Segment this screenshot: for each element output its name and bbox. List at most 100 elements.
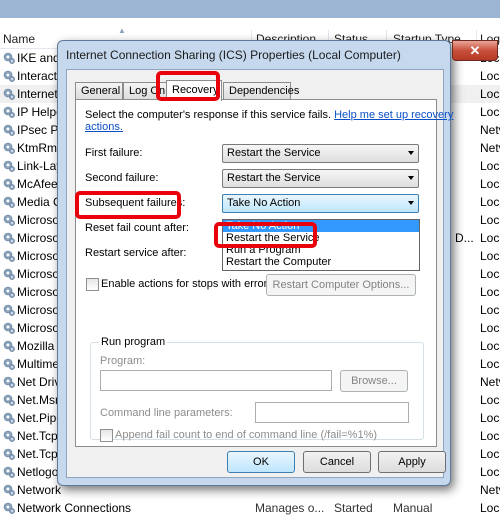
service-log-on-as: Netv: [480, 375, 500, 389]
first-failure-select[interactable]: Restart the Service: [222, 144, 419, 163]
ok-button[interactable]: OK: [227, 451, 295, 473]
service-gear-icon: [2, 375, 16, 389]
service-gear-icon: [2, 447, 16, 461]
service-gear-icon: [2, 411, 16, 425]
service-gear-icon: [2, 321, 16, 335]
service-name: Network Connections: [17, 501, 132, 515]
subsequent-failures-value: Take No Action: [227, 197, 301, 209]
service-log-on-as: Loca: [480, 69, 500, 83]
first-failure-value: Restart the Service: [227, 147, 321, 159]
tab-general[interactable]: General: [75, 82, 123, 100]
service-log-on-as: Loca: [480, 501, 500, 515]
chevron-down-icon: [408, 176, 414, 180]
service-name: Internet: [17, 87, 58, 101]
append-fail-count-label[interactable]: Append fail count to end of command line…: [115, 429, 377, 441]
service-gear-icon: [2, 123, 16, 137]
service-name: Net.Tcp: [17, 447, 58, 461]
column-header-name[interactable]: Name: [3, 32, 35, 46]
service-name: Microso: [17, 249, 60, 263]
service-gear-icon: [2, 285, 16, 299]
service-log-on-as: Loca: [480, 465, 500, 479]
service-gear-icon: [2, 303, 16, 317]
recovery-panel: Select the computer's response if this s…: [75, 99, 453, 447]
toolbar-area: [0, 18, 500, 30]
chevron-down-icon: [408, 201, 414, 205]
service-log-on-as: Loca: [480, 321, 500, 335]
service-gear-icon: [2, 249, 16, 263]
service-log-on-as: Loca: [480, 249, 500, 263]
service-name: Microso: [17, 267, 60, 281]
service-gear-icon: [2, 483, 16, 497]
cmdline-label: Command line parameters:: [100, 407, 233, 419]
service-name: Microso: [17, 285, 60, 299]
help-link[interactable]: Help me set up recovery: [334, 109, 453, 121]
enable-actions-label[interactable]: Enable actions for stops with errors.: [101, 278, 276, 290]
program-input[interactable]: [100, 370, 332, 391]
service-name: Microso: [17, 213, 60, 227]
service-gear-icon: [2, 231, 16, 245]
service-name: Net.Msn: [17, 393, 62, 407]
cancel-button[interactable]: Cancel: [303, 451, 371, 473]
service-name: Media C: [17, 195, 62, 209]
service-log-on-as: Loca: [480, 447, 500, 461]
highlight-recovery-tab: [156, 71, 220, 101]
option-restart-computer[interactable]: Restart the Computer: [223, 256, 419, 268]
cmdline-input[interactable]: [255, 402, 409, 423]
service-log-on-as: Loca: [480, 159, 500, 173]
sort-ascending-icon: ▲: [118, 26, 126, 35]
restart-service-after-label: Restart service after:: [85, 247, 187, 259]
highlight-subsequent-failures-label: [75, 191, 181, 219]
service-name: Microso: [17, 231, 60, 245]
service-name: Link-Lay: [17, 159, 63, 173]
service-log-on-as: Netv: [480, 123, 500, 137]
highlight-restart-service-option: [214, 222, 317, 248]
service-log-on-as: Loca: [480, 303, 500, 317]
service-gear-icon: [2, 465, 16, 479]
reset-fail-count-label: Reset fail count after:: [85, 222, 189, 234]
append-fail-count-checkbox[interactable]: [100, 429, 113, 442]
service-name: Microso: [17, 303, 60, 317]
service-name: Network: [17, 483, 62, 497]
intro-text: Select the computer's response if this s…: [85, 109, 453, 121]
service-gear-icon: [2, 87, 16, 101]
intro-label: Select the computer's response if this s…: [85, 109, 332, 121]
table-row[interactable]: Network Connections Manages o... Started Ma…: [0, 499, 500, 517]
run-program-group: Run program Program: Browse... Command l…: [90, 336, 424, 442]
service-name: Net Driv: [17, 375, 61, 389]
service-gear-icon: [2, 501, 16, 515]
service-startup-type: Manual: [393, 501, 433, 515]
service-name: IP Helpe: [17, 105, 63, 119]
service-gear-icon: [2, 213, 16, 227]
service-name: Interacti: [17, 69, 60, 83]
service-log-on-as: Loca: [480, 429, 500, 443]
service-log-on-as: Netv: [480, 141, 500, 155]
tab-dependencies[interactable]: Dependencies: [223, 82, 299, 100]
service-log-on-as: Loca: [480, 339, 500, 353]
run-program-group-label: Run program: [99, 336, 168, 348]
second-failure-select[interactable]: Restart the Service: [222, 169, 419, 188]
subsequent-failures-select[interactable]: Take No Action: [222, 194, 419, 213]
service-name: Net.Tcp: [17, 429, 58, 443]
apply-button[interactable]: Apply: [378, 451, 446, 473]
service-log-on-as: Loca: [480, 213, 500, 227]
service-log-on-as: Loca: [480, 411, 500, 425]
enable-actions-checkbox[interactable]: [86, 278, 99, 291]
service-log-on-as: Netv: [480, 483, 500, 497]
service-gear-icon: [2, 267, 16, 281]
service-description: Manages o...: [255, 501, 325, 515]
service-status: Started: [334, 501, 373, 515]
properties-dialog: Internet Connection Sharing (ICS) Proper…: [57, 40, 498, 486]
service-log-on-as: Loca: [480, 177, 500, 191]
service-gear-icon: [2, 195, 16, 209]
help-link-continued[interactable]: actions.: [85, 121, 123, 133]
service-gear-icon: [2, 429, 16, 443]
restart-computer-options-button[interactable]: Restart Computer Options...: [266, 274, 416, 296]
service-log-on-as: Loca: [480, 105, 500, 119]
browse-button[interactable]: Browse...: [340, 370, 408, 392]
service-log-on-as: Loca: [480, 87, 500, 101]
service-gear-icon: [2, 177, 16, 191]
service-log-on-as: Loca: [480, 285, 500, 299]
close-button[interactable]: ✕: [452, 40, 498, 61]
service-gear-icon: [2, 105, 16, 119]
chevron-down-icon: [408, 151, 414, 155]
